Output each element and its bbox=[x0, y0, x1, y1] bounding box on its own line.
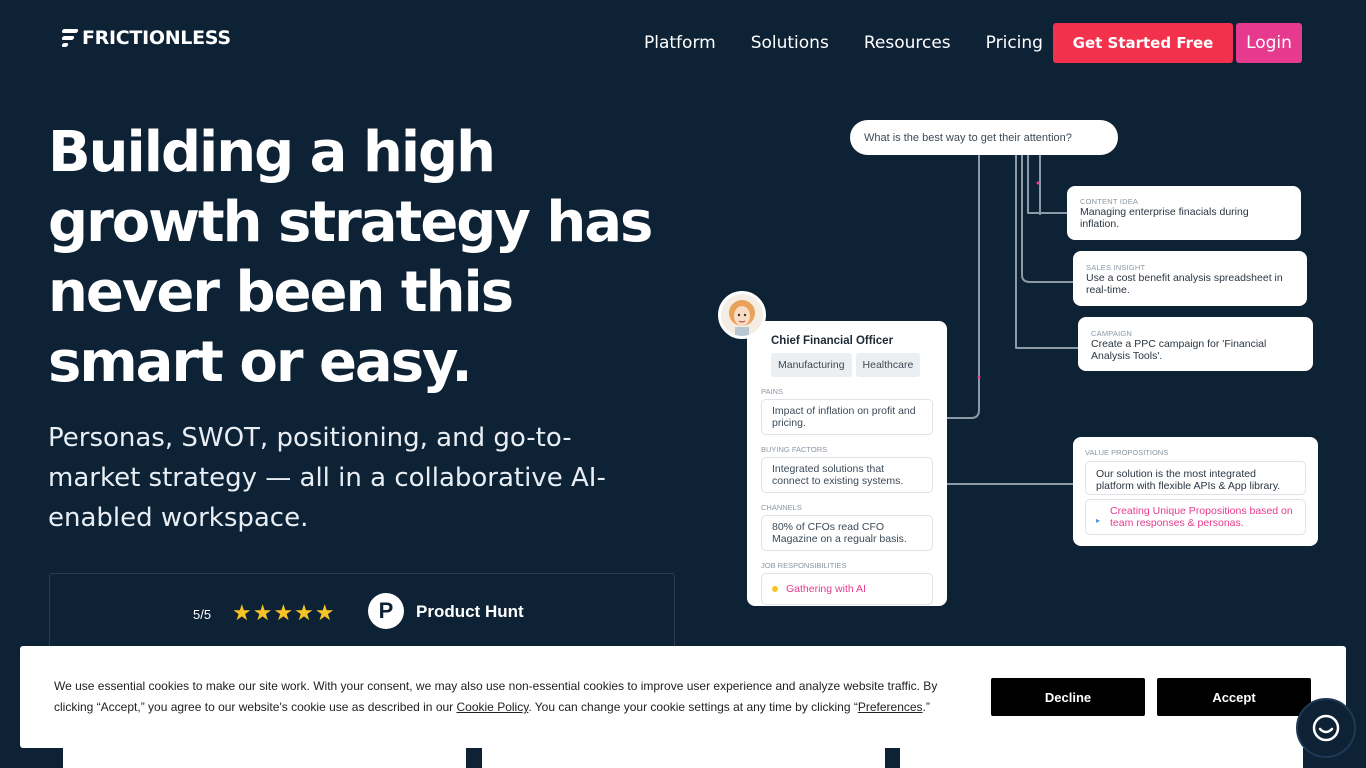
card-kicker: SALES INSIGHT bbox=[1086, 263, 1146, 272]
card-kicker: CAMPAIGN bbox=[1091, 329, 1133, 338]
preferences-link[interactable]: Preferences bbox=[858, 700, 923, 714]
value-propositions-label: VALUE PROPOSITIONS bbox=[1085, 448, 1169, 457]
persona-avatar bbox=[718, 291, 766, 339]
persona-tag: Healthcare bbox=[855, 353, 921, 377]
chat-widget-button[interactable] bbox=[1296, 698, 1356, 758]
feature-card-peek bbox=[482, 745, 885, 768]
channels-text: 80% of CFOs read CFO Magazine on a regua… bbox=[761, 515, 933, 551]
value-proposition-text: Our solution is the most integrated plat… bbox=[1085, 461, 1306, 495]
buying-factors-label: BUYING FACTORS bbox=[761, 445, 828, 454]
persona-card: Chief Financial Officer Manufacturing He… bbox=[747, 321, 947, 606]
channels-label: CHANNELS bbox=[761, 503, 802, 512]
page: FRICTIONLESS Platform Solutions Resource… bbox=[0, 0, 1366, 768]
loading-dot-icon bbox=[772, 586, 778, 592]
card-text: Managing enterprise finacials during inf… bbox=[1080, 206, 1249, 230]
chat-bubble-icon bbox=[1312, 714, 1340, 742]
card-text: Use a cost benefit analysis spreadsheet … bbox=[1086, 272, 1283, 296]
job-responsibilities-label: JOB RESPONSIBILITIES bbox=[761, 561, 847, 570]
campaign-card: CAMPAIGN Create a PPC campaign for 'Fina… bbox=[1078, 317, 1313, 371]
accept-button[interactable]: Accept bbox=[1157, 678, 1311, 716]
connector-dot bbox=[977, 375, 981, 379]
cookie-text: We use essential cookies to make our sit… bbox=[54, 676, 954, 718]
creating-propositions: ▸ Creating Unique Propositions based on … bbox=[1085, 499, 1306, 535]
decline-button[interactable]: Decline bbox=[991, 678, 1145, 716]
gathering-text: Gathering with AI bbox=[786, 583, 866, 595]
question-bubble: What is the best way to get their attent… bbox=[850, 120, 1118, 155]
value-propositions-card: VALUE PROPOSITIONS Our solution is the m… bbox=[1073, 437, 1318, 546]
sales-insight-card: SALES INSIGHT Use a cost benefit analysi… bbox=[1073, 251, 1307, 306]
buying-factors-text: Integrated solutions that connect to exi… bbox=[761, 457, 933, 493]
cookie-text-part: . You can change your cookie settings at… bbox=[528, 700, 858, 714]
gathering-status: Gathering with AI bbox=[761, 573, 933, 605]
connector-dot bbox=[1036, 181, 1040, 185]
pains-label: PAINS bbox=[761, 387, 783, 396]
persona-tags: Manufacturing Healthcare bbox=[771, 353, 933, 377]
feature-card-peek bbox=[63, 745, 466, 768]
cursor-arrow-icon: ▸ bbox=[1096, 516, 1101, 525]
avatar-illustration-icon bbox=[729, 300, 755, 336]
cookie-policy-link[interactable]: Cookie Policy bbox=[457, 700, 529, 714]
cookie-banner: We use essential cookies to make our sit… bbox=[20, 646, 1346, 748]
cookie-text-part: .” bbox=[922, 700, 930, 714]
card-kicker: CONTENT IDEA bbox=[1080, 197, 1139, 206]
feature-card-peek bbox=[900, 745, 1303, 768]
card-text: Create a PPC campaign for 'Financial Ana… bbox=[1091, 338, 1267, 362]
pains-text: Impact of inflation on profit and pricin… bbox=[761, 399, 933, 435]
creating-propositions-text: Creating Unique Propositions based on te… bbox=[1110, 505, 1293, 529]
persona-tag: Manufacturing bbox=[771, 353, 852, 377]
content-idea-card: CONTENT IDEA Managing enterprise finacia… bbox=[1067, 186, 1301, 240]
persona-title: Chief Financial Officer bbox=[771, 335, 894, 347]
